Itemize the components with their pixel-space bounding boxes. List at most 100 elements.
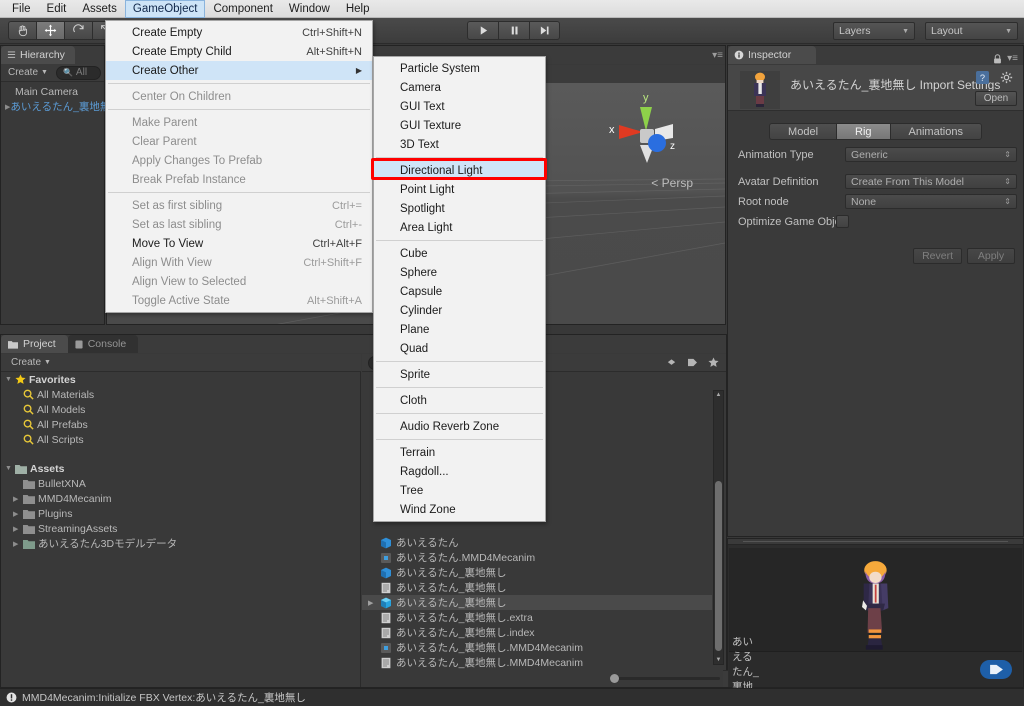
tab-animations[interactable]: Animations [889,123,982,140]
open-button[interactable]: Open [975,91,1017,106]
rotate-tool-button[interactable] [64,21,92,40]
submenu-item-sprite[interactable]: Sprite [374,365,545,384]
menu-item-make-parent[interactable]: Make Parent [106,113,372,132]
lock-icon[interactable] [993,53,1002,64]
gear-icon[interactable] [1000,71,1013,87]
tab-project[interactable]: Project [1,335,68,353]
asset-item[interactable]: あいえるたん_裏地無し.index [362,625,712,640]
menu-gameobject[interactable]: GameObject [124,0,206,18]
apply-button[interactable]: Apply [967,248,1015,264]
submenu-item-audio-reverb-zone[interactable]: Audio Reverb Zone [374,417,545,436]
optimize-game-object-checkbox[interactable] [836,215,850,228]
submenu-item-point-light[interactable]: Point Light [374,180,545,199]
menu-item-create-empty[interactable]: Create Empty Ctrl+Shift+N [106,23,372,42]
menu-item-apply-changes-to-prefab[interactable]: Apply Changes To Prefab [106,151,372,170]
submenu-item-sphere[interactable]: Sphere [374,263,545,282]
submenu-item-plane[interactable]: Plane [374,320,545,339]
tree-item-all-models[interactable]: All Models [1,402,360,417]
scrollbar-thumb[interactable] [715,481,722,651]
submenu-item-capsule[interactable]: Capsule [374,282,545,301]
tab-model[interactable]: Model [769,123,837,140]
submenu-item-gui-texture[interactable]: GUI Texture [374,116,545,135]
animation-type-dropdown[interactable]: Generic ⇕ [845,147,1017,162]
move-tool-button[interactable] [36,21,64,40]
menu-component[interactable]: Component [205,0,280,18]
submenu-item-gui-text[interactable]: GUI Text [374,97,545,116]
tree-item-all-scripts[interactable]: All Scripts [1,432,360,447]
menu-help[interactable]: Help [338,0,378,18]
asset-item[interactable]: あいえるたん_裏地無し.extra [362,610,712,625]
menu-file[interactable]: File [4,0,39,18]
avatar-definition-dropdown[interactable]: Create From This Model ⇕ [845,174,1017,189]
menu-item-set-as-first-sibling[interactable]: Set as first sibling Ctrl+= [106,196,372,215]
hand-tool-button[interactable] [8,21,36,40]
tree-item-streamingassets[interactable]: ▶ StreamingAssets [1,521,360,536]
layers-dropdown[interactable]: Layers ▼ [833,22,915,40]
submenu-item-spotlight[interactable]: Spotlight [374,199,545,218]
asset-zoom-slider[interactable] [610,674,720,683]
asset-item[interactable]: あいえるたん [362,535,712,550]
tab-hierarchy[interactable]: Hierarchy [1,46,75,64]
menu-window[interactable]: Window [281,0,338,18]
scroll-up-arrow-icon[interactable]: ▲ [715,392,722,398]
submenu-item-directional-light[interactable]: Directional Light [374,161,545,180]
filter-type-icon[interactable] [663,356,680,370]
menu-edit[interactable]: Edit [39,0,75,18]
scroll-down-arrow-icon[interactable]: ▼ [715,657,722,663]
asset-item[interactable]: あいえるたん_裏地無し [362,565,712,580]
step-button[interactable] [529,21,560,40]
menu-assets[interactable]: Assets [74,0,125,18]
hierarchy-create-button[interactable]: Create ▼ [4,66,52,79]
asset-item[interactable]: あいえるたん_裏地無し.MMD4Mecanim [362,640,712,655]
layout-dropdown[interactable]: Layout ▼ [925,22,1018,40]
hierarchy-item-main-camera[interactable]: Main Camera [1,84,104,99]
tree-item-bulletxna[interactable]: BulletXNA [1,476,360,491]
asset-list-scrollbar[interactable]: ▲ ▼ [713,390,724,665]
preview-resize-handle[interactable] [728,539,1023,545]
filter-favorite-icon[interactable] [705,356,722,370]
panel-menu-icon[interactable]: ▾≡ [712,50,723,61]
project-create-button[interactable]: Create ▼ [7,356,55,369]
pause-button[interactable] [498,21,529,40]
panel-menu-icon[interactable]: ▾≡ [1007,53,1018,64]
submenu-item-cloth[interactable]: Cloth [374,391,545,410]
menu-item-move-to-view[interactable]: Move To View Ctrl+Alt+F [106,234,372,253]
asset-item[interactable]: あいえるたん_裏地無し.MMD4Mecanim [362,655,712,669]
menu-item-create-other[interactable]: Create Other ▶ [106,61,372,80]
submenu-item-particle-system[interactable]: Particle System [374,59,545,78]
status-bar[interactable]: MMD4Mecanim:Initialize FBX Vertex:あいえるたん… [0,688,1024,706]
play-button[interactable] [467,21,498,40]
menu-item-create-empty-child[interactable]: Create Empty Child Alt+Shift+N [106,42,372,61]
tree-item-plugins[interactable]: ▶ Plugins [1,506,360,521]
asset-item[interactable]: あいえるたん.MMD4Mecanim [362,550,712,565]
menu-item-align-with-view[interactable]: Align With View Ctrl+Shift+F [106,253,372,272]
revert-button[interactable]: Revert [913,248,962,264]
submenu-item-terrain[interactable]: Terrain [374,443,545,462]
help-icon[interactable]: ? [976,71,989,87]
preview-tag-button[interactable] [980,660,1012,679]
submenu-item-3d-text[interactable]: 3D Text [374,135,545,154]
menu-item-break-prefab-instance[interactable]: Break Prefab Instance [106,170,372,189]
zoom-slider-knob[interactable] [610,674,619,683]
menu-item-center-on-children[interactable]: Center On Children [106,87,372,106]
tree-item-model-data[interactable]: ▶ あいえるたん3Dモデルデータ [1,536,360,551]
tree-item-mmd4mecanim[interactable]: ▶ MMD4Mecanim [1,491,360,506]
tree-item-assets[interactable]: ▼ Assets [1,461,360,476]
menu-item-clear-parent[interactable]: Clear Parent [106,132,372,151]
scene-projection-label[interactable]: < Persp [651,176,693,190]
hierarchy-search-input[interactable]: 🔍 All [55,65,101,80]
tab-console[interactable]: Console [67,335,139,353]
tree-item-all-materials[interactable]: All Materials [1,387,360,402]
tab-rig[interactable]: Rig [836,123,890,140]
submenu-item-cube[interactable]: Cube [374,244,545,263]
expand-arrow-icon[interactable]: ▶ [368,599,376,607]
submenu-item-camera[interactable]: Camera [374,78,545,97]
tree-item-favorites[interactable]: ▼ Favorites [1,372,360,387]
root-node-dropdown[interactable]: None ⇕ [845,194,1017,209]
submenu-item-tree[interactable]: Tree [374,481,545,500]
menu-item-toggle-active-state[interactable]: Toggle Active State Alt+Shift+A [106,291,372,310]
menu-item-set-as-last-sibling[interactable]: Set as last sibling Ctrl+- [106,215,372,234]
tab-inspector[interactable]: Inspector [728,46,816,64]
hierarchy-item-model[interactable]: ▶ あいえるたん_裏地無し [1,99,121,114]
submenu-item-quad[interactable]: Quad [374,339,545,358]
